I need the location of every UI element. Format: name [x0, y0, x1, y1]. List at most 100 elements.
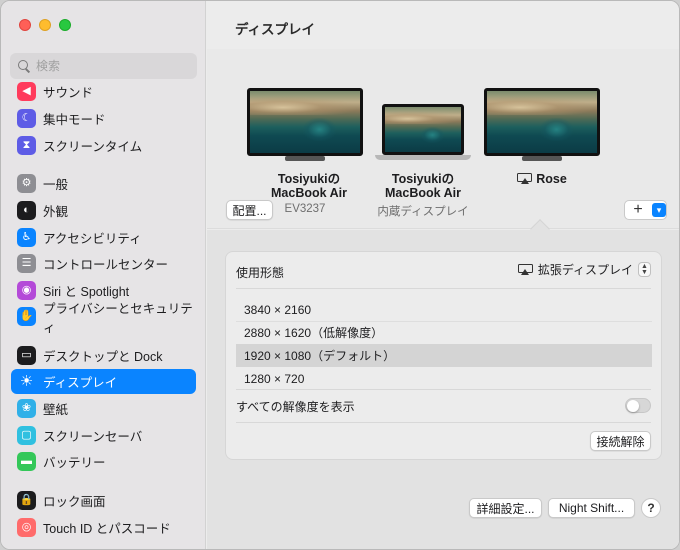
sidebar-item-label: スクリーンタイム — [43, 140, 143, 154]
sidebar-item-label: アクセシビリティ — [43, 232, 142, 246]
sidebar-item[interactable]: ⧗ スクリーンタイム — [11, 133, 196, 158]
usage-value: 拡張ディスプレイ — [537, 263, 633, 277]
sidebar-item-label: 集中モード — [43, 113, 106, 127]
display-rose[interactable] — [484, 88, 600, 168]
sidebar-item-label: 壁紙 — [43, 403, 69, 417]
display-thumbnail — [382, 104, 464, 155]
airplay-icon — [517, 173, 533, 185]
display-name-line2: MacBook Air — [385, 186, 461, 200]
display-sub-ev3237: EV3237 — [284, 203, 326, 215]
dock-icon: ▭ — [17, 346, 36, 365]
sidebar-item[interactable]: ☾ 集中モード — [11, 106, 196, 131]
control-center-icon: ☰ — [17, 254, 36, 273]
sidebar-item[interactable]: ☀ ディスプレイ — [11, 369, 196, 394]
display-name-line2: MacBook Air — [271, 186, 347, 200]
speaker-icon: ◀ — [17, 82, 36, 101]
lock-icon: 🔒 — [17, 491, 36, 510]
popup-stepper-icon: ▲ ▼ — [638, 262, 651, 277]
screensaver-icon: ▢ — [17, 426, 36, 445]
display-name-rose: Rose — [507, 172, 577, 186]
sidebar-item-label: サウンド — [43, 86, 94, 100]
sidebar-item-label: スクリーンセーバ — [43, 430, 143, 444]
chevron-down-icon[interactable]: ▾ — [652, 203, 666, 217]
divider — [236, 422, 651, 423]
sidebar-item[interactable]: ❀ 壁紙 — [11, 396, 196, 421]
display-builtin[interactable] — [375, 104, 471, 166]
wallpaper-icon: ❀ — [17, 399, 36, 418]
sidebar-item-label: バッテリー — [43, 456, 106, 470]
display-thumbnail — [247, 88, 363, 156]
sidebar-search[interactable] — [10, 53, 197, 79]
display-ev3237[interactable] — [247, 88, 363, 168]
minimize-window-button[interactable] — [39, 19, 51, 31]
display-thumbnail — [484, 88, 600, 156]
close-window-button[interactable] — [19, 19, 31, 31]
display-name-ev3237: Tosiyukiの MacBook Air — [267, 172, 351, 200]
fingerprint-icon: ◎ — [17, 518, 36, 537]
display-options-panel: 使用形態 拡張ディスプレイ ▲ ▼ 3840 × 2160 2880 × 1620（… — [225, 251, 662, 460]
help-button[interactable]: ? — [641, 498, 661, 518]
moon-icon: ☾ — [17, 109, 36, 128]
sidebar-item-label: プライバシーとセキュリティ — [43, 301, 193, 335]
sidebar: ◀ サウンド ☾ 集中モード ⧗ スクリーンタイム ⚙ 一般 ◐ 外観 ♿ アクセシビリティ ☰ コントロ… — [1, 1, 206, 549]
window-controls — [19, 19, 71, 31]
sidebar-item[interactable]: ◀ サウンド — [11, 81, 196, 104]
gear-icon: ⚙ — [17, 174, 36, 193]
siri-icon: ◉ — [17, 281, 36, 300]
advanced-settings-button[interactable]: 詳細設定... — [469, 498, 542, 518]
toggle-knob — [627, 399, 639, 412]
display-name-line1: Tosiyukiの — [391, 172, 455, 186]
usage-popup[interactable]: 拡張ディスプレイ ▲ ▼ — [517, 261, 651, 278]
sidebar-item-label: コントロールセンター — [43, 258, 169, 272]
display-name-line1: Tosiyukiの — [277, 172, 341, 186]
usage-label: 使用形態 — [236, 266, 285, 280]
sidebar-item[interactable]: ▬ バッテリー — [11, 449, 196, 474]
sidebar-item[interactable]: ▢ スクリーンセーバ — [11, 423, 196, 448]
disconnect-button[interactable]: 接続解除 — [590, 431, 651, 451]
sidebar-item[interactable]: ◐ 外観 — [11, 198, 196, 223]
display-sub-builtin: 内蔵ディスプレイ — [377, 206, 469, 218]
laptop-base — [375, 155, 471, 160]
sidebar-item[interactable]: ✋ プライバシーとセキュリティ — [11, 302, 196, 335]
show-all-resolutions-toggle[interactable] — [625, 398, 651, 413]
display-settings-pane: ディスプレイ Tosiyukiの MacBook Air 配置... EV323… — [207, 1, 679, 549]
sidebar-item-label: Touch ID とパスコード — [43, 522, 171, 536]
airplay-icon — [517, 263, 533, 276]
show-all-resolutions-label: すべての解像度を表示 — [236, 400, 355, 414]
divider — [236, 288, 651, 289]
sidebar-item-label: 一般 — [43, 178, 69, 192]
hand-icon: ✋ — [17, 307, 36, 326]
sidebar-item[interactable]: ⚙ 一般 — [11, 171, 196, 196]
sun-icon: ☀ — [19, 373, 34, 390]
add-display-button[interactable]: + — [625, 201, 651, 219]
sidebar-item[interactable]: ♿ アクセシビリティ — [11, 225, 196, 250]
battery-icon: ▬ — [17, 452, 36, 471]
arrange-button[interactable]: 配置... — [226, 200, 273, 220]
search-icon — [18, 60, 30, 72]
hourglass-icon: ⧗ — [17, 136, 36, 155]
sidebar-item[interactable]: ☰ コントロールセンター — [11, 251, 196, 276]
appearance-icon: ◐ — [17, 201, 36, 220]
sidebar-item[interactable]: 🔒 ロック画面 — [11, 488, 196, 513]
page-title: ディスプレイ — [235, 22, 316, 37]
zoom-window-button[interactable] — [59, 19, 71, 31]
display-stand — [522, 156, 562, 161]
sidebar-item-label: ロック画面 — [43, 495, 106, 509]
display-name-text: Rose — [536, 172, 567, 186]
search-input[interactable] — [36, 59, 186, 73]
display-arrangement-area — [207, 49, 679, 229]
resolution-option[interactable]: 2880 × 1620（低解像度） — [236, 321, 652, 344]
resolution-option[interactable]: 1920 × 1080（デフォルト） — [236, 344, 652, 367]
display-name-builtin: Tosiyukiの MacBook Air — [375, 172, 471, 200]
sidebar-item[interactable]: ▭ デスクトップと Dock — [11, 343, 196, 368]
resolution-option[interactable]: 3840 × 2160 — [236, 298, 652, 321]
sidebar-item[interactable]: ◎ Touch ID とパスコード — [11, 515, 196, 540]
resolution-option[interactable]: 1280 × 720 — [236, 367, 652, 390]
accessibility-icon: ♿ — [17, 228, 36, 247]
sidebar-item-label: 外観 — [43, 205, 69, 219]
settings-window: ◀ サウンド ☾ 集中モード ⧗ スクリーンタイム ⚙ 一般 ◐ 外観 ♿ アクセシビリティ ☰ コントロ… — [0, 0, 680, 550]
sidebar-item-label: デスクトップと Dock — [43, 350, 163, 364]
display-stand — [285, 156, 325, 161]
night-shift-button[interactable]: Night Shift... — [548, 498, 635, 518]
add-display-control[interactable]: + ▾ — [624, 200, 667, 220]
